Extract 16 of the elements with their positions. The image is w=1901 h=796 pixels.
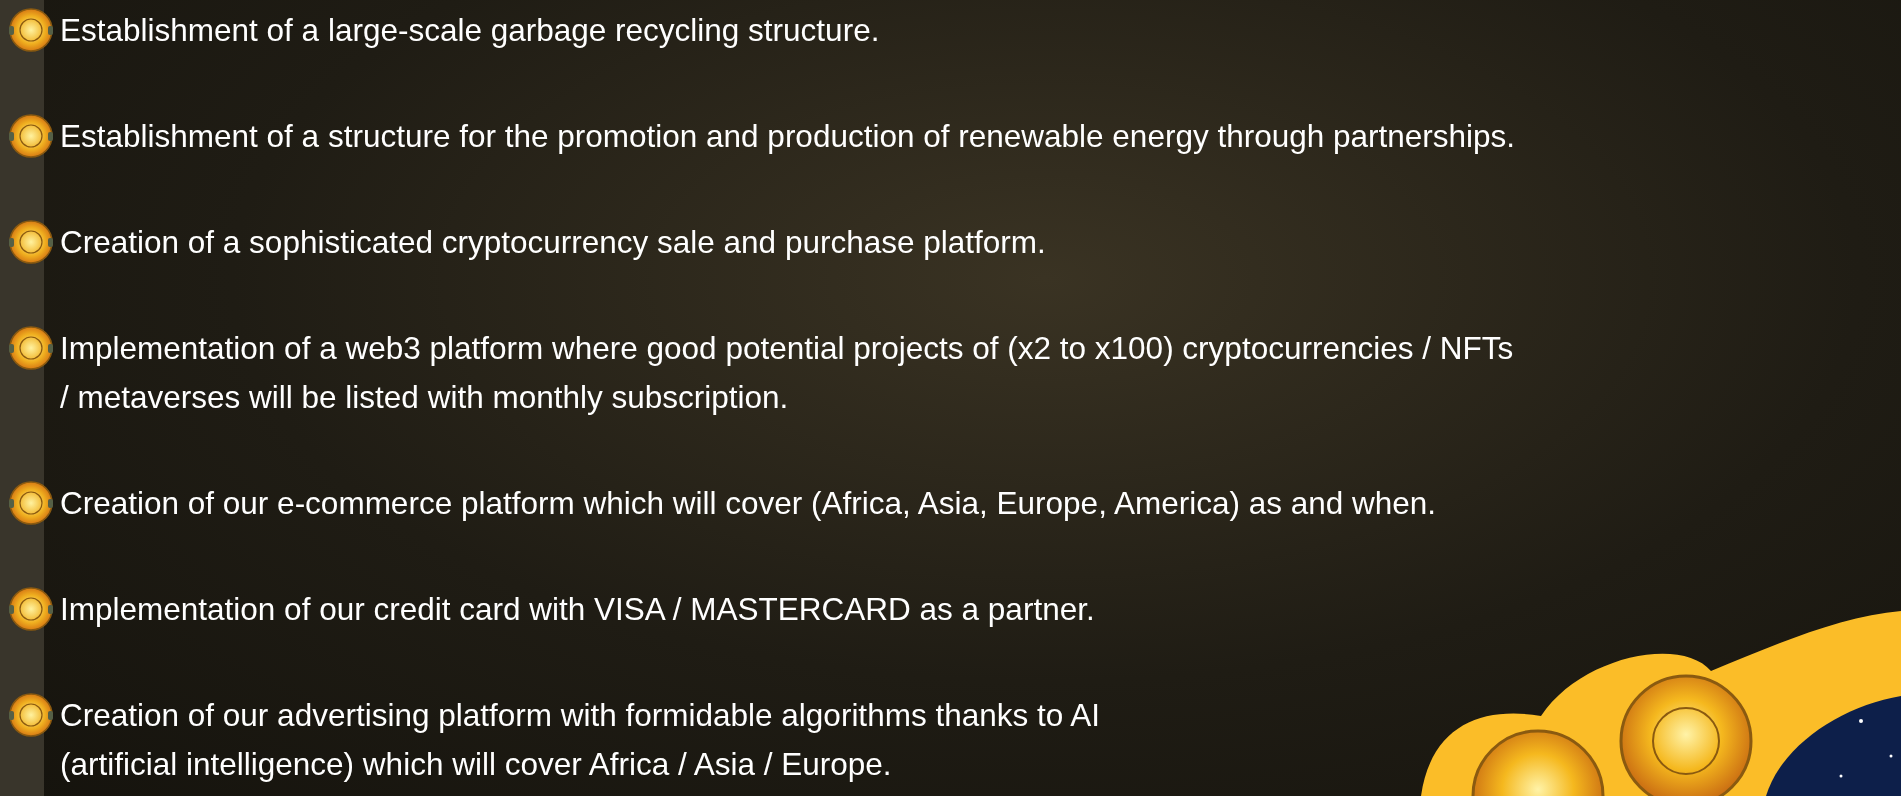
coin-icon xyxy=(8,113,54,159)
list-item-text: / metaverses will be listed with monthly subscription. xyxy=(60,378,790,417)
list-item-text: (artificial intelligence) which will cover Africa / Asia / Europe. xyxy=(60,745,893,784)
list-item-text: Establishment of a large-scale garbage recycling structure. xyxy=(60,11,880,50)
coin-icon xyxy=(8,7,54,53)
coin-icon xyxy=(8,219,54,265)
coin-icon xyxy=(8,586,54,632)
coin-icon xyxy=(8,325,54,371)
list-item-text: Establishment of a structure for the promotion and production of renewable energy through partnerships. xyxy=(60,117,1516,156)
list-item-text: Creation of our advertising platform with formidable algorithms thanks to AI xyxy=(60,696,1100,735)
coin-icon xyxy=(8,692,54,738)
list-item-text: Implementation of our credit card with VISA / MASTERCARD as a partner. xyxy=(60,590,1095,629)
list-item-text: Implementation of a web3 platform where good potential projects of (x2 to x100) cryptocurrencies / NFTs xyxy=(60,329,1514,368)
list-item-text: Creation of a sophisticated cryptocurrency sale and purchase platform. xyxy=(60,223,1046,262)
coin-icon xyxy=(8,480,54,526)
list-item-text: Creation of our e-commerce platform which will cover (Africa, Asia, Europe, America) as and when. xyxy=(60,484,1437,523)
